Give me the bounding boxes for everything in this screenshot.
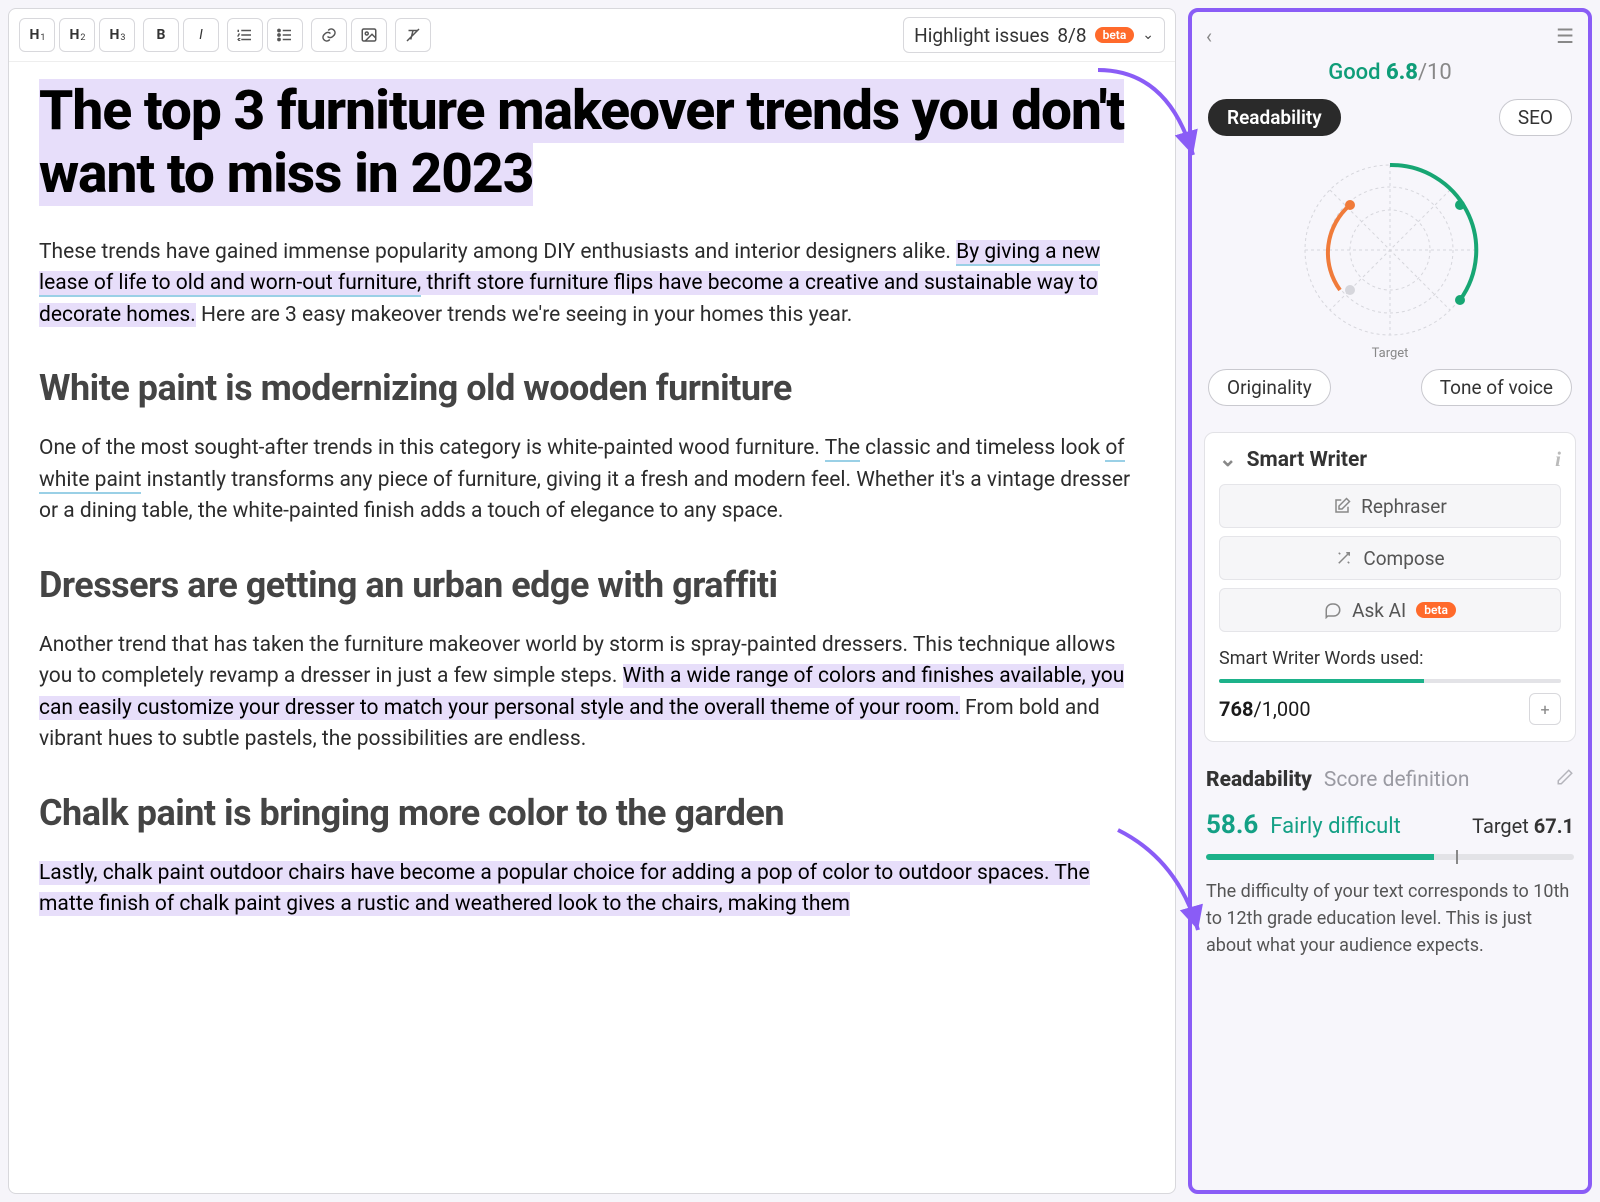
info-icon[interactable]: i xyxy=(1555,447,1561,472)
overall-score: Good 6.8/10 xyxy=(1204,60,1576,85)
image-icon xyxy=(360,26,378,44)
paragraph: One of the most sought-after trends in t… xyxy=(39,433,1145,528)
article-title: The top 3 furniture makeover trends you … xyxy=(39,80,1145,207)
radar-target-label: Target xyxy=(1204,346,1576,361)
unordered-list-button[interactable] xyxy=(267,18,303,52)
beta-badge: beta xyxy=(1095,27,1135,43)
paragraph: Lastly, chalk paint outdoor chairs have … xyxy=(39,858,1145,921)
pill-seo[interactable]: SEO xyxy=(1499,99,1572,136)
highlight-issues-label: Highlight issues xyxy=(914,24,1049,47)
image-button[interactable] xyxy=(351,18,387,52)
editor-pane: H1 H2 H3 B I xyxy=(8,8,1176,1194)
edit-icon xyxy=(1333,497,1351,515)
paragraph: Another trend that has taken the furnitu… xyxy=(39,630,1145,756)
paragraph: These trends have gained immense popular… xyxy=(39,237,1145,332)
highlight-issues-count: 8/8 xyxy=(1057,24,1086,47)
add-words-button[interactable]: + xyxy=(1529,693,1561,725)
h3-button[interactable]: H3 xyxy=(99,18,135,52)
chat-icon xyxy=(1324,601,1342,619)
highlight-issues-dropdown[interactable]: Highlight issues 8/8 beta ⌄ xyxy=(903,17,1165,53)
words-used-label: Smart Writer Words used: xyxy=(1219,648,1561,669)
link-icon xyxy=(320,26,338,44)
pill-originality[interactable]: Originality xyxy=(1208,369,1331,406)
readability-description: The difficulty of your text corresponds … xyxy=(1206,878,1574,959)
readability-difficulty: Fairly difficult xyxy=(1270,814,1401,839)
link-button[interactable] xyxy=(311,18,347,52)
clear-format-icon xyxy=(404,26,422,44)
readability-target: Target 67.1 xyxy=(1472,814,1574,838)
magic-icon xyxy=(1335,549,1353,567)
h-label: H xyxy=(30,27,40,43)
words-used-value: 768/1,000 xyxy=(1219,697,1311,721)
words-progress xyxy=(1219,679,1561,683)
radar-chart xyxy=(1204,144,1576,352)
pill-tone[interactable]: Tone of voice xyxy=(1421,369,1572,406)
heading-2: Chalk paint is bringing more color to th… xyxy=(39,786,1145,840)
back-icon[interactable]: ‹ xyxy=(1206,24,1212,48)
chevron-down-icon: ⌄ xyxy=(1142,27,1154,43)
readability-progress xyxy=(1206,854,1574,860)
score-definition-link[interactable]: Score definition xyxy=(1324,768,1470,792)
heading-2: Dressers are getting an urban edge with … xyxy=(39,558,1145,612)
h2-button[interactable]: H2 xyxy=(59,18,95,52)
smart-writer-title: Smart Writer xyxy=(1247,448,1367,472)
beta-badge: beta xyxy=(1416,602,1456,618)
clear-format-button[interactable] xyxy=(395,18,431,52)
heading-2: White paint is modernizing old wooden fu… xyxy=(39,361,1145,415)
edit-icon[interactable] xyxy=(1556,768,1574,792)
ordered-list-button[interactable] xyxy=(227,18,263,52)
menu-icon[interactable]: ☰ xyxy=(1556,24,1574,48)
italic-button[interactable]: I xyxy=(183,18,219,52)
readability-section: Readability Score definition 58.6 Fairly… xyxy=(1204,768,1576,959)
ordered-list-icon xyxy=(236,26,254,44)
compose-button[interactable]: Compose xyxy=(1219,536,1561,580)
smart-writer-card: ⌄ Smart Writer i Rephraser Compose Ask A… xyxy=(1204,432,1576,742)
bold-button[interactable]: B xyxy=(143,18,179,52)
chevron-down-icon[interactable]: ⌄ xyxy=(1219,447,1237,472)
pill-readability[interactable]: Readability xyxy=(1208,99,1341,136)
h1-button[interactable]: H1 xyxy=(19,18,55,52)
analysis-sidebar: ‹ ☰ Good 6.8/10 Readability SEO xyxy=(1188,8,1592,1194)
rephraser-button[interactable]: Rephraser xyxy=(1219,484,1561,528)
readability-score: 58.6 xyxy=(1206,810,1258,840)
ask-ai-button[interactable]: Ask AI beta xyxy=(1219,588,1561,632)
editor-toolbar: H1 H2 H3 B I xyxy=(9,9,1175,62)
editor-content[interactable]: The top 3 furniture makeover trends you … xyxy=(9,62,1175,951)
readability-label: Readability xyxy=(1206,768,1312,792)
unordered-list-icon xyxy=(276,26,294,44)
